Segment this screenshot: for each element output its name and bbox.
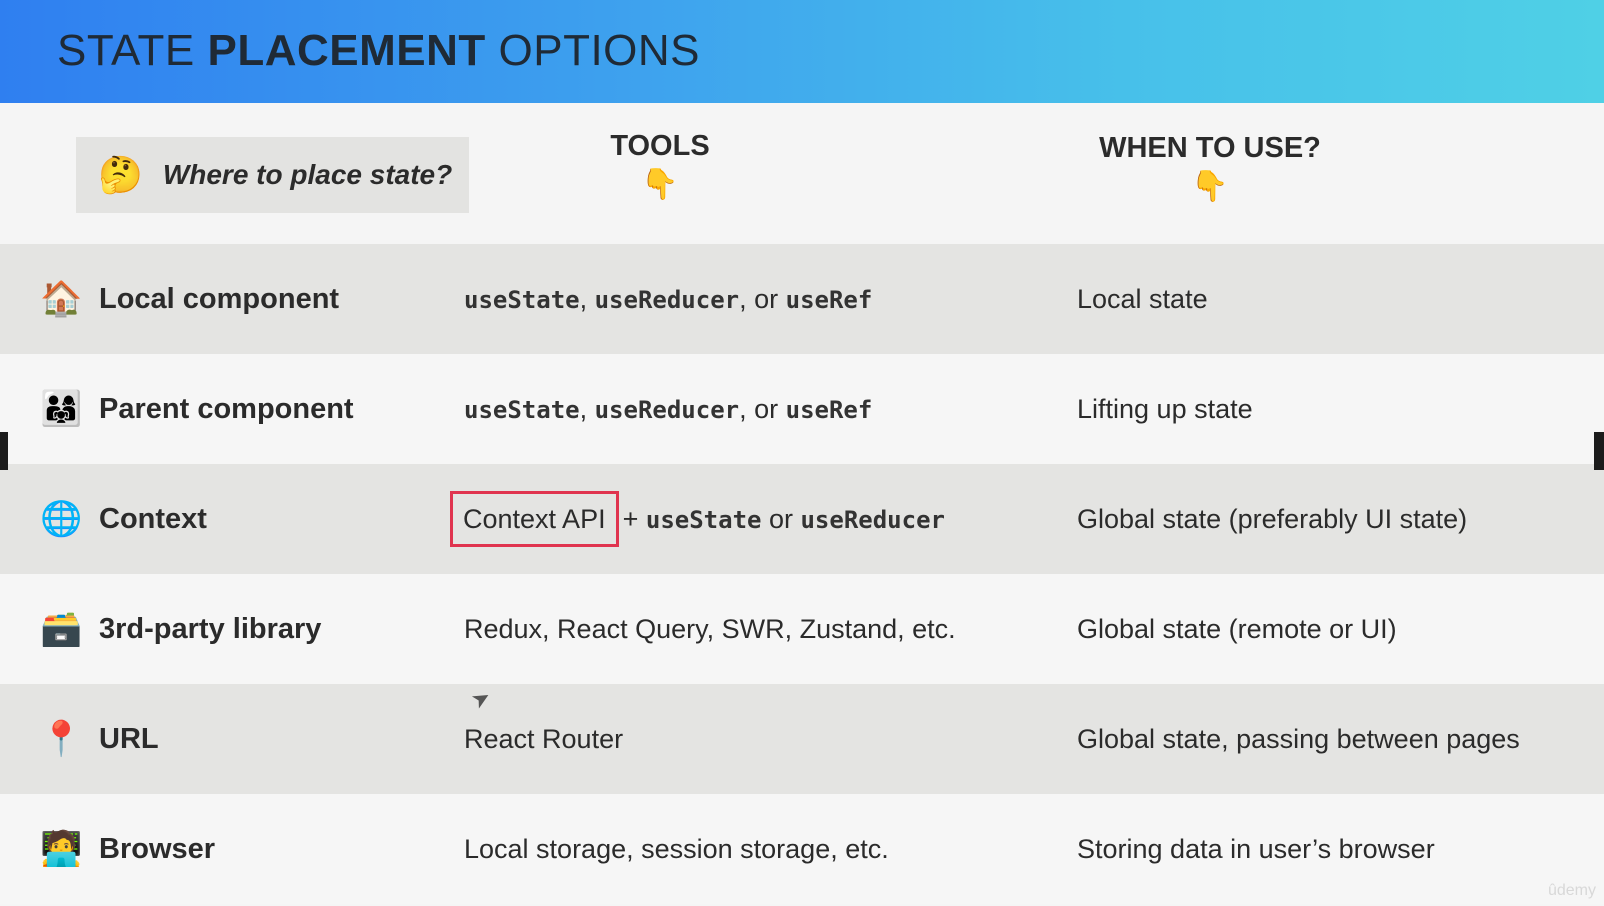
column-header-tools: TOOLS 👇 bbox=[580, 130, 740, 202]
row-name: Browser bbox=[99, 832, 216, 865]
thinking-face-icon: 🤔 bbox=[98, 154, 143, 195]
table-row-url: 📍 URL React Router Global state, passing… bbox=[0, 684, 1604, 794]
globe-icon: 🌐 bbox=[40, 500, 83, 538]
row-name: Parent component bbox=[99, 392, 354, 425]
question-box: 🤔 Where to place state? bbox=[76, 137, 469, 213]
row-when: Storing data in user’s browser bbox=[1077, 833, 1435, 864]
watermark: ûdemy bbox=[1547, 882, 1596, 899]
next-slide-handle[interactable] bbox=[1594, 432, 1604, 470]
family-icon: 👨‍👩‍👧 bbox=[40, 390, 83, 428]
row-tools: React Router bbox=[464, 723, 624, 754]
table-row-browser: 🧑‍💻 Browser Local storage, session stora… bbox=[0, 794, 1604, 904]
row-when: Global state (remote or UI) bbox=[1077, 613, 1397, 644]
table-row-parent-component: 👨‍👩‍👧 Parent component useState, useRedu… bbox=[0, 354, 1604, 464]
table-row-context: 🌐 Context Context API + useState or useRe… bbox=[0, 464, 1604, 574]
table-row-3rd-party-library: 🗃️ 3rd-party library Redux, React Query,… bbox=[0, 574, 1604, 684]
house-icon: 🏠 bbox=[40, 280, 83, 318]
row-name: 3rd-party library bbox=[99, 612, 322, 645]
table-row-local-component: 🏠 Local component useState, useReducer, … bbox=[0, 244, 1604, 354]
row-name: Local component bbox=[99, 282, 340, 315]
pin-icon: 📍 bbox=[40, 720, 83, 758]
row-tools: useState, useReducer, or useRef bbox=[464, 393, 873, 424]
row-when: Global state, passing between pages bbox=[1077, 723, 1520, 754]
question-text: Where to place state? bbox=[162, 159, 453, 190]
row-when: Local state bbox=[1077, 283, 1208, 314]
row-name: URL bbox=[99, 722, 159, 755]
row-tools: Redux, React Query, SWR, Zustand, etc. bbox=[464, 613, 956, 644]
row-when: Lifting up state bbox=[1077, 393, 1253, 424]
pointing-down-icon: 👇 bbox=[1191, 170, 1229, 203]
card-file-box-icon: 🗃️ bbox=[40, 610, 83, 648]
previous-slide-handle[interactable] bbox=[0, 432, 8, 470]
technologist-icon: 🧑‍💻 bbox=[40, 830, 83, 868]
pointing-down-icon: 👇 bbox=[641, 168, 679, 201]
row-tools: useState, useReducer, or useRef bbox=[464, 283, 873, 314]
row-tools: Context API + useState or useReducer bbox=[450, 490, 945, 547]
row-when: Global state (preferably UI state) bbox=[1077, 503, 1468, 534]
page-title: STATE PLACEMENT OPTIONS bbox=[57, 26, 701, 75]
row-tools: Local storage, session storage, etc. bbox=[464, 833, 889, 864]
context-api-highlight: Context API bbox=[450, 490, 619, 547]
column-header-when: WHEN TO USE? 👇 bbox=[1080, 132, 1340, 204]
row-name: Context bbox=[99, 502, 207, 535]
